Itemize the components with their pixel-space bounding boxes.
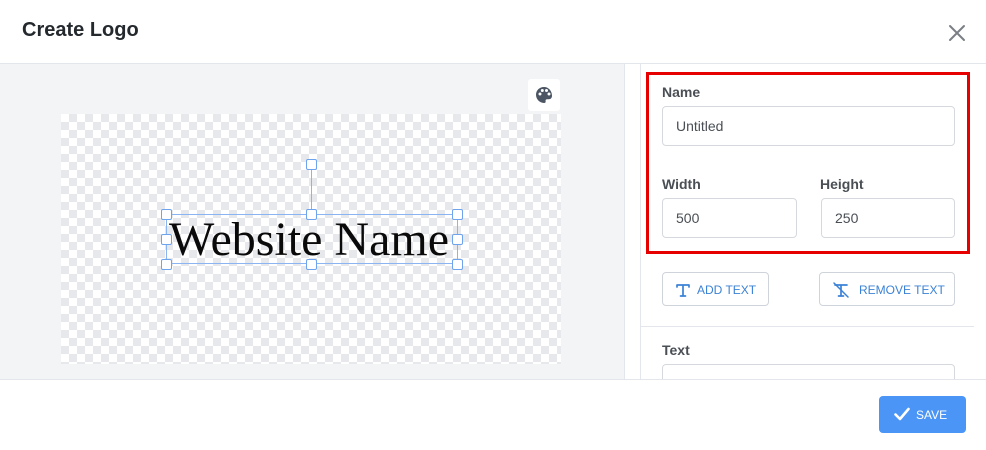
add-text-button[interactable]: ADD TEXT xyxy=(662,272,769,306)
logo-canvas[interactable]: Website Name xyxy=(61,114,561,364)
dialog-body: Website Name Name Untitled Width 500 Hei… xyxy=(0,64,986,379)
resize-handle-top-left[interactable] xyxy=(161,209,172,220)
remove-text-label: REMOVE TEXT xyxy=(859,283,945,297)
logo-preview-area: Website Name xyxy=(0,64,625,379)
create-logo-dialog: Create Logo Website Name Name Untitled W… xyxy=(0,0,986,450)
resize-handle-bottom-middle[interactable] xyxy=(306,259,317,270)
close-button[interactable] xyxy=(944,20,970,46)
text-object[interactable]: Website Name xyxy=(166,213,458,266)
remove-text-button[interactable]: REMOVE TEXT xyxy=(819,272,955,306)
remove-text-icon xyxy=(833,282,849,298)
height-label: Height xyxy=(820,176,864,192)
text-label: Text xyxy=(662,342,690,358)
rotate-handle[interactable] xyxy=(306,159,317,170)
section-divider xyxy=(641,326,974,327)
check-icon xyxy=(894,407,910,421)
resize-handle-bottom-left[interactable] xyxy=(161,259,172,270)
resize-handle-bottom-right[interactable] xyxy=(452,259,463,270)
resize-handle-top-right[interactable] xyxy=(452,209,463,220)
name-label: Name xyxy=(662,84,701,100)
text-icon xyxy=(676,284,690,297)
rotation-line xyxy=(311,169,312,214)
save-button[interactable]: SAVE xyxy=(879,396,966,433)
palette-icon xyxy=(536,87,552,103)
resize-handle-middle-right[interactable] xyxy=(452,234,463,245)
close-icon xyxy=(949,25,965,41)
dialog-header: Create Logo xyxy=(0,0,986,64)
name-input[interactable]: Untitled xyxy=(662,106,955,146)
text-input[interactable]: Website Name xyxy=(662,364,955,379)
settings-panel: Name Untitled Width 500 Height 250 ADD T… xyxy=(640,64,974,379)
resize-handle-middle-left[interactable] xyxy=(161,234,172,245)
dialog-title: Create Logo xyxy=(22,19,139,41)
resize-handle-top-middle[interactable] xyxy=(306,209,317,220)
color-palette-button[interactable] xyxy=(528,79,560,111)
width-input[interactable]: 500 xyxy=(662,198,797,238)
width-label: Width xyxy=(662,176,701,192)
dialog-footer: SAVE xyxy=(0,379,986,450)
save-label: SAVE xyxy=(916,408,948,422)
logo-text: Website Name xyxy=(169,213,450,266)
add-text-label: ADD TEXT xyxy=(697,283,757,297)
height-input[interactable]: 250 xyxy=(821,198,955,238)
